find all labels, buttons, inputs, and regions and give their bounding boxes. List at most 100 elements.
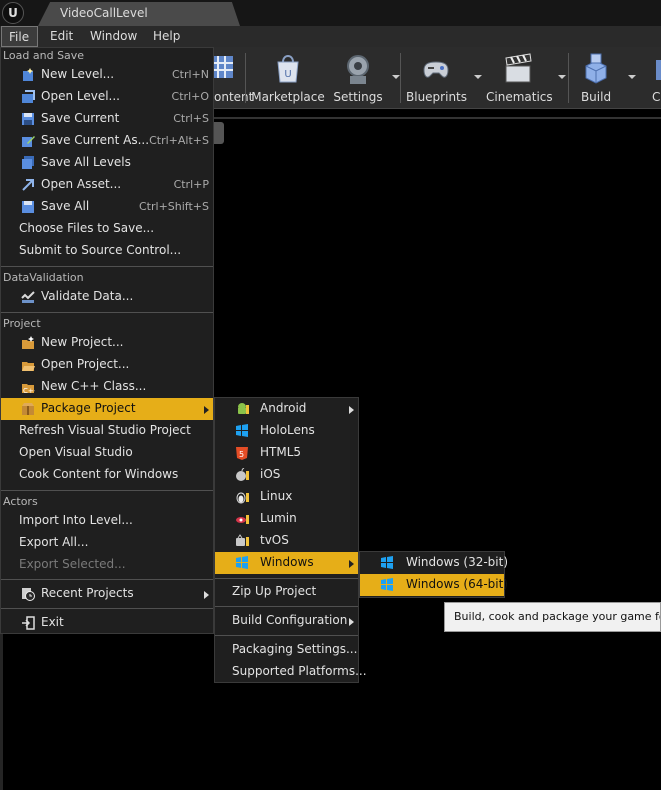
platform-item-hololens[interactable]: HoloLens — [215, 420, 358, 442]
menu-item-save-all[interactable]: Save All Ctrl+Shift+S — [1, 196, 213, 218]
menu-item-label: Android — [260, 401, 307, 415]
menu-item-open-asset[interactable]: Open Asset... Ctrl+P — [1, 174, 213, 196]
menu-item-package-project[interactable]: Package Project — [1, 398, 213, 420]
platform-item-tvos[interactable]: tvOS — [215, 530, 358, 552]
exit-door-icon — [22, 616, 35, 630]
level-tab[interactable]: VideoCallLevel — [38, 2, 240, 26]
menu-divider — [215, 606, 358, 607]
menu-item-save-all-levels[interactable]: Save All Levels — [1, 152, 213, 174]
menu-item-save-current-as[interactable]: Save Current As... Ctrl+Alt+S — [1, 130, 213, 152]
menu-item-validate-data[interactable]: Validate Data... — [1, 286, 213, 308]
menu-item-new-project[interactable]: New Project... — [1, 332, 213, 354]
toolbar-content-button[interactable]: ontent — [211, 47, 253, 109]
menu-item-export-selected: Export Selected... — [1, 554, 213, 576]
menu-item-build-configuration[interactable]: Build Configuration — [215, 610, 358, 632]
unreal-logo-icon[interactable]: U — [2, 2, 24, 24]
section-header: DataValidation — [3, 271, 84, 284]
section-header: Actors — [3, 495, 38, 508]
chevron-down-icon[interactable] — [474, 75, 482, 79]
chevron-down-icon[interactable] — [558, 75, 566, 79]
toolbar-build-button[interactable]: Build — [576, 47, 636, 109]
menu-file[interactable]: File — [1, 26, 38, 47]
menu-divider — [1, 608, 213, 609]
windows-submenu: Windows (32-bit) Windows (64-bit) — [359, 551, 508, 598]
toolbar-settings-button[interactable]: Settings — [332, 47, 400, 109]
title-bar: U VideoCallLevel — [0, 0, 661, 26]
toolbar-marketplace-button[interactable]: U Marketplace — [250, 47, 326, 109]
menu-item-label: Supported Platforms... — [232, 664, 367, 678]
menu-item-label: Validate Data... — [41, 289, 134, 303]
html5-icon: 5 — [236, 447, 248, 460]
submenu-arrow-icon — [349, 406, 354, 414]
blueprints-gamepad-icon — [423, 61, 449, 78]
platform-item-ios[interactable]: iOS — [215, 464, 358, 486]
recent-clock-icon — [22, 588, 35, 601]
svg-text:5: 5 — [239, 450, 244, 459]
menu-item-export-all[interactable]: Export All... — [1, 532, 213, 554]
toolbar-label: Settings — [333, 90, 383, 104]
menu-divider — [1, 579, 213, 580]
menu-item-open-visual-studio[interactable]: Open Visual Studio — [1, 442, 213, 464]
menu-item-cook-content[interactable]: Cook Content for Windows — [1, 464, 213, 486]
android-icon — [238, 403, 249, 414]
menu-divider — [1, 490, 213, 491]
menu-item-label: Build Configuration — [232, 613, 348, 627]
menu-item-save-current[interactable]: Save Current Ctrl+S — [1, 108, 213, 130]
menu-item-label: Exit — [41, 615, 64, 629]
menu-help[interactable]: Help — [146, 26, 187, 47]
menu-edit[interactable]: Edit — [43, 26, 80, 47]
platform-item-android[interactable]: Android — [215, 398, 358, 420]
menu-divider — [1, 312, 213, 313]
menu-item-open-level[interactable]: Open Level... Ctrl+O — [1, 86, 213, 108]
chevron-down-icon[interactable] — [392, 75, 400, 79]
menu-item-supported-platforms[interactable]: Supported Platforms... — [215, 661, 367, 683]
menu-item-windows-32-bit[interactable]: Windows (32-bit) — [360, 552, 508, 574]
platform-item-linux[interactable]: Linux — [215, 486, 358, 508]
menu-item-label: Save All Levels — [41, 155, 131, 169]
windows-logo-icon — [236, 556, 248, 569]
toolbar: ontent U Marketplace Settings Blueprints… — [211, 47, 661, 109]
package-box-icon — [22, 403, 34, 415]
menu-item-label: Windows (64-bit) — [406, 577, 508, 591]
compile-icon — [656, 60, 661, 80]
submenu-arrow-icon — [204, 591, 209, 599]
shortcut-text: Ctrl+Shift+S — [139, 200, 209, 213]
platform-item-html5[interactable]: 5 HTML5 — [215, 442, 358, 464]
platform-item-windows[interactable]: Windows — [215, 552, 358, 574]
menu-item-import-into-level[interactable]: Import Into Level... — [1, 510, 213, 532]
menu-item-zip-up-project[interactable]: Zip Up Project — [215, 581, 358, 603]
menu-item-open-project[interactable]: Open Project... — [1, 354, 213, 376]
menu-item-refresh-visual-studio-project[interactable]: Refresh Visual Studio Project — [1, 420, 213, 442]
toolbar-cinematics-button[interactable]: Cinematics — [486, 47, 566, 109]
section-header: Load and Save — [3, 49, 85, 62]
viewport-options-button[interactable] — [214, 122, 224, 144]
shortcut-text: Ctrl+Alt+S — [149, 134, 209, 147]
toolbar-compile-button[interactable]: C — [646, 47, 661, 109]
menu-item-windows-64-bit[interactable]: Windows (64-bit) — [360, 574, 508, 596]
menu-item-label: iOS — [260, 467, 281, 481]
save-all-levels-icon — [22, 156, 34, 169]
save-all-icon — [22, 201, 34, 213]
menu-item-label: Export Selected... — [19, 557, 126, 571]
menu-item-label: Cook Content for Windows — [19, 467, 179, 481]
platform-item-lumin[interactable]: Lumin — [215, 508, 358, 530]
menu-item-label: Import Into Level... — [19, 513, 133, 527]
menu-item-submit-to-source-control[interactable]: Submit to Source Control... — [1, 240, 213, 262]
menu-item-new-level[interactable]: New Level... Ctrl+N — [1, 64, 213, 86]
menu-window[interactable]: Window — [83, 26, 144, 47]
windows-logo-icon — [236, 424, 248, 437]
toolbar-blueprints-button[interactable]: Blueprints — [406, 47, 482, 109]
menu-item-recent-projects[interactable]: Recent Projects — [1, 583, 213, 605]
menu-item-label: Refresh Visual Studio Project — [19, 423, 191, 437]
menu-item-label: Choose Files to Save... — [19, 221, 155, 235]
menu-item-label: HTML5 — [260, 445, 302, 459]
menu-item-exit[interactable]: Exit — [1, 612, 213, 634]
shortcut-text: Ctrl+P — [173, 178, 209, 191]
shortcut-text: Ctrl+S — [173, 112, 209, 125]
menu-item-packaging-settings[interactable]: Packaging Settings... — [215, 639, 358, 661]
submenu-arrow-icon — [204, 406, 209, 414]
chevron-down-icon[interactable] — [628, 75, 636, 79]
svg-text:U: U — [284, 69, 291, 80]
menu-item-choose-files-to-save[interactable]: Choose Files to Save... — [1, 218, 213, 240]
menu-item-new-cpp-class[interactable]: C++ New C++ Class... — [1, 376, 213, 398]
